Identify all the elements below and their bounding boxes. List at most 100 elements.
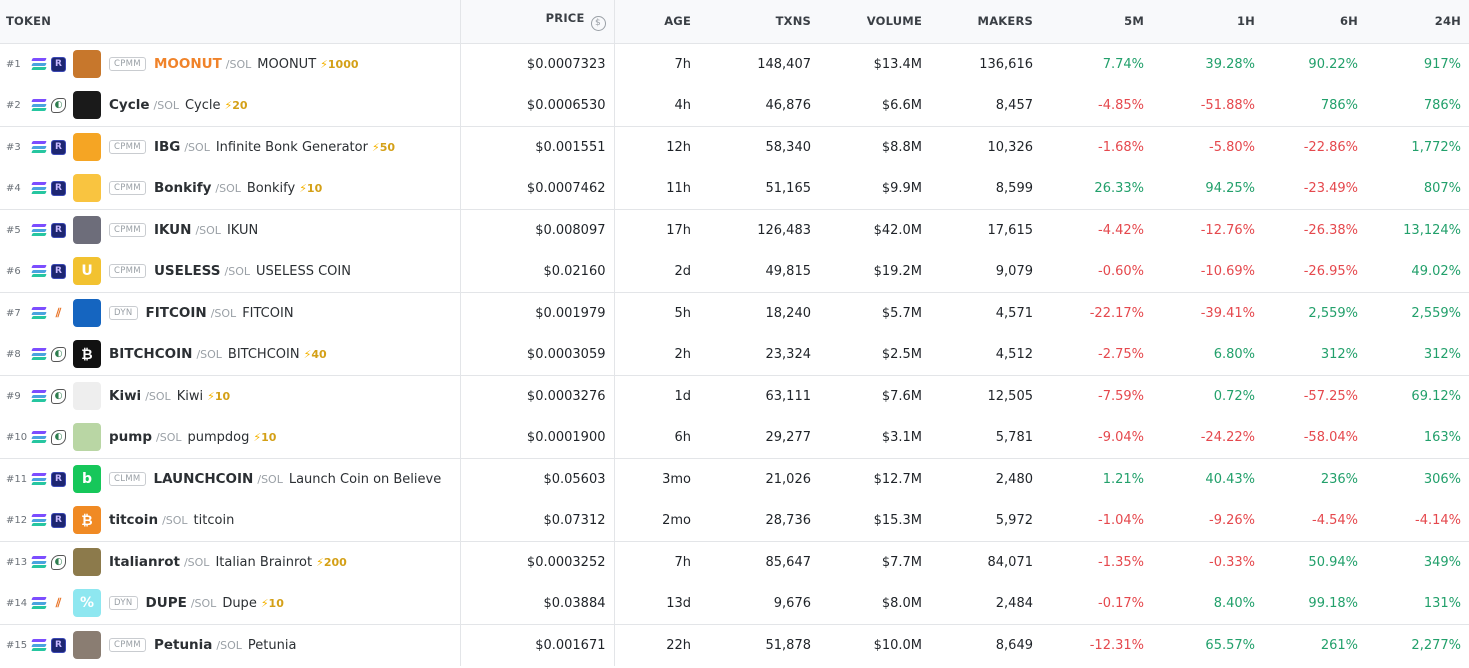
column-header-24h[interactable]: 24H: [1366, 0, 1469, 44]
txns-cell: 18,240: [765, 305, 812, 321]
raydium-icon: R: [51, 637, 66, 653]
token-avatar: [73, 631, 101, 659]
column-header-makers[interactable]: MAKERS: [930, 0, 1041, 44]
table-body: #1 R CPMM MOONUT/SOL MOONUT ⚡1000 $0.0007323 7h…: [0, 43, 1469, 666]
token-symbol[interactable]: MOONUT: [154, 56, 222, 72]
table-row[interactable]: #10 ◐ pump/SOL pumpdog ⚡10 $0.0001900 6h 29,277…: [0, 416, 1469, 459]
table-row[interactable]: #14 ⫽% DYN DUPE/SOL Dupe ⚡10 $0.03884 13d 9,676 $…: [0, 582, 1469, 625]
token-name: Cycle: [184, 97, 221, 113]
change-24h-cell: 49.02%: [1366, 250, 1469, 293]
token-symbol[interactable]: titcoin: [109, 512, 158, 528]
column-header-age[interactable]: AGE: [614, 0, 699, 44]
token-symbol[interactable]: Italianrot: [109, 554, 180, 570]
lightning-icon: ⚡: [371, 140, 380, 154]
column-header-token[interactable]: TOKEN: [0, 0, 461, 44]
token-name: USELESS COIN: [256, 263, 351, 279]
token-symbol[interactable]: DUPE: [146, 595, 187, 611]
table-row[interactable]: #4 R CPMM Bonkify/SOL Bonkify ⚡10 $0.0007462 11…: [0, 167, 1469, 210]
token-symbol[interactable]: Kiwi: [109, 388, 141, 404]
solana-icon: [31, 58, 47, 70]
price-cell: $0.0003059: [460, 333, 615, 376]
raydium-icon: R: [51, 139, 66, 155]
token-symbol[interactable]: pump: [109, 429, 152, 445]
column-header-1h[interactable]: 1H: [1152, 0, 1263, 44]
table-row[interactable]: #1 R CPMM MOONUT/SOL MOONUT ⚡1000 $0.0007323 7h…: [0, 43, 1469, 85]
currency-toggle-icon[interactable]: $: [590, 16, 606, 32]
column-header-6h[interactable]: 6H: [1263, 0, 1366, 44]
token-symbol[interactable]: IKUN: [154, 222, 192, 238]
column-header-txns[interactable]: TXNS: [699, 0, 819, 44]
change-5m-cell: -1.68%: [1098, 139, 1144, 155]
price-cell: $0.0003252: [460, 541, 615, 583]
token-avatar: [73, 299, 101, 327]
token-cell[interactable]: #12 R ₿ titcoin/SOL titcoin: [0, 499, 461, 542]
column-header-volume[interactable]: VOLUME: [819, 0, 930, 44]
table-row[interactable]: #12 R ₿ titcoin/SOL titcoin $0.07312 2mo 28,736…: [0, 499, 1469, 542]
table-row[interactable]: #7 ⫽ DYN FITCOIN/SOL FITCOIN $0.001979 5h 18,24…: [0, 292, 1469, 334]
token-cell[interactable]: #15 R CPMM Petunia/SOL Petunia: [0, 624, 461, 666]
age-cell: 22h: [666, 637, 691, 653]
change-1h-cell: -10.69%: [1152, 250, 1263, 293]
column-header-5m[interactable]: 5M: [1041, 0, 1152, 44]
token-cell[interactable]: #3 R CPMM IBG/SOL Infinite Bonk Generator ⚡50: [0, 126, 461, 168]
table-row[interactable]: #9 ◐ Kiwi/SOL Kiwi ⚡10 $0.0003276 1d 63,111 $7.6…: [0, 375, 1469, 417]
solana-icon: [31, 265, 47, 277]
column-header-price[interactable]: PRICE $: [460, 0, 615, 44]
token-symbol[interactable]: FITCOIN: [146, 305, 207, 321]
makers-cell: 12,505: [987, 388, 1034, 404]
table-row[interactable]: #2 ◐ Cycle/SOL Cycle ⚡20 $0.0006530 4h 46,876 $6…: [0, 84, 1469, 127]
token-symbol[interactable]: Bonkify: [154, 180, 211, 196]
token-cell[interactable]: #13 ◐ Italianrot/SOL Italian Brainrot ⚡200: [0, 541, 461, 583]
table-row[interactable]: #6 R U CPMM USELESS/SOL USELESS COIN $0.02160 2…: [0, 250, 1469, 293]
token-name: Dupe: [222, 595, 257, 611]
token-cell[interactable]: #11 Rb CLMM LAUNCHCOIN/SOL Launch Coin on Be…: [0, 458, 461, 500]
makers-cell: 10,326: [987, 139, 1034, 155]
token-cell[interactable]: #14 ⫽% DYN DUPE/SOL Dupe ⚡10: [0, 582, 461, 625]
token-symbol[interactable]: Cycle: [109, 97, 150, 113]
token-cell[interactable]: #8 ◐ ₿ BITCHCOIN/SOL BITCHCOIN ⚡40: [0, 333, 461, 376]
volume-cell: $9.9M: [819, 167, 930, 210]
token-symbol[interactable]: USELESS: [154, 263, 221, 279]
table-row[interactable]: #15 R CPMM Petunia/SOL Petunia $0.001671 22h 51…: [0, 624, 1469, 666]
change-24h-cell: 786%: [1366, 84, 1469, 127]
txns-cell: 28,736: [699, 499, 819, 542]
change-1h-cell: 39.28%: [1205, 56, 1255, 72]
token-cell[interactable]: #6 R U CPMM USELESS/SOL USELESS COIN: [0, 250, 461, 293]
change-24h-cell: 69.12%: [1411, 388, 1461, 404]
table-row[interactable]: #3 R CPMM IBG/SOL Infinite Bonk Generator ⚡50…: [0, 126, 1469, 168]
token-cell[interactable]: #5 R CPMM IKUN/SOL IKUN: [0, 209, 461, 251]
token-cell[interactable]: #9 ◐ Kiwi/SOL Kiwi ⚡10: [0, 375, 461, 417]
rank-label: #1: [6, 58, 21, 70]
change-6h-cell: -23.49%: [1263, 167, 1366, 210]
solana-icon: [31, 99, 47, 111]
table-row[interactable]: #11 Rb CLMM LAUNCHCOIN/SOL Launch Coin on Be…: [0, 458, 1469, 500]
token-cell[interactable]: #1 R CPMM MOONUT/SOL MOONUT ⚡1000: [0, 43, 461, 85]
boost-value: 20: [232, 98, 248, 112]
change-1h-cell: -0.33%: [1209, 554, 1255, 570]
rank-label: #8: [6, 348, 21, 360]
change-1h-cell: 94.25%: [1152, 167, 1263, 210]
token-symbol[interactable]: Petunia: [154, 637, 212, 653]
volume-cell: $8.8M: [881, 139, 922, 155]
change-5m-cell: -1.35%: [1098, 554, 1144, 570]
token-cell[interactable]: #10 ◐ pump/SOL pumpdog ⚡10: [0, 416, 461, 459]
token-cell[interactable]: #2 ◐ Cycle/SOL Cycle ⚡20: [0, 84, 461, 127]
makers-cell: 2,480: [995, 471, 1033, 487]
token-symbol[interactable]: IBG: [154, 139, 180, 155]
table-row[interactable]: #5 R CPMM IKUN/SOL IKUN $0.008097 17h 126,483 $4…: [0, 209, 1469, 251]
change-6h-cell: -4.54%: [1263, 499, 1366, 542]
token-cell[interactable]: #7 ⫽ DYN FITCOIN/SOL FITCOIN: [0, 292, 461, 334]
token-cell[interactable]: #4 R CPMM Bonkify/SOL Bonkify ⚡10: [0, 167, 461, 210]
volume-cell: $8.0M: [819, 582, 930, 625]
quote-token: /SOL: [145, 389, 171, 403]
table-row[interactable]: #13 ◐ Italianrot/SOL Italian Brainrot ⚡200 $0…: [0, 541, 1469, 583]
table-row[interactable]: #8 ◐ ₿ BITCHCOIN/SOL BITCHCOIN ⚡40 $0.0003059 2…: [0, 333, 1469, 376]
rank-label: #9: [6, 390, 21, 402]
makers-cell: 136,616: [979, 56, 1033, 72]
token-symbol[interactable]: BITCHCOIN: [109, 346, 192, 362]
token-symbol[interactable]: LAUNCHCOIN: [154, 471, 254, 487]
lightning-icon: ⚡: [260, 596, 269, 610]
pool-type-badge: DYN: [109, 306, 138, 320]
change-5m-cell: 26.33%: [1041, 167, 1152, 210]
quote-token: /SOL: [162, 513, 188, 527]
